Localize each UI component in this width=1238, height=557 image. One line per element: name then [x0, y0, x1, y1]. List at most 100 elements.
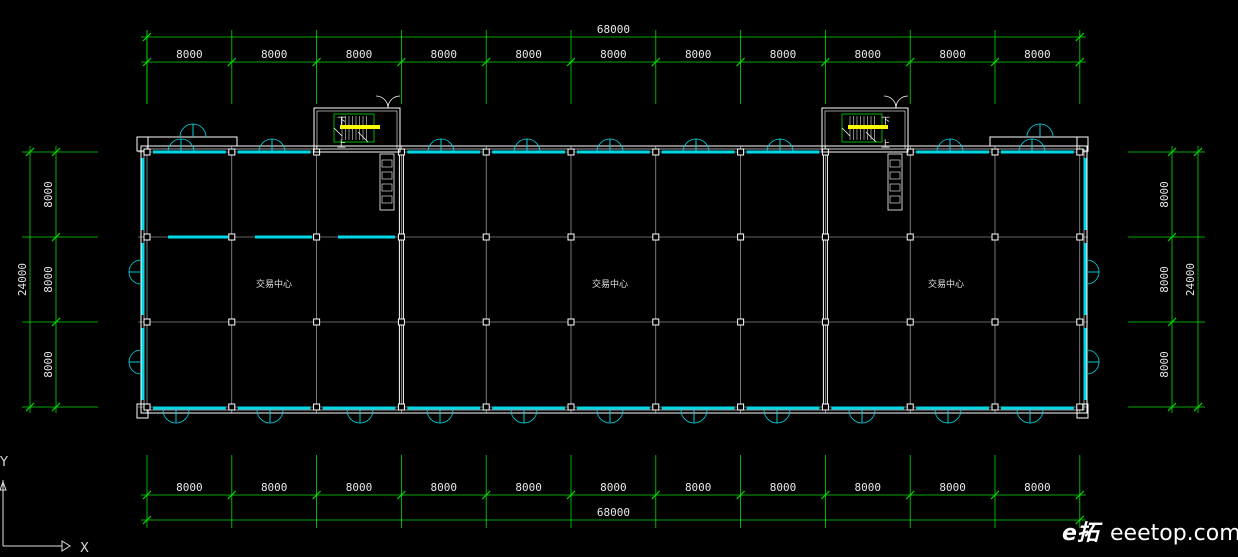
stair-left-down-label: 下	[337, 117, 346, 127]
top-dimension-label: 8000	[855, 48, 882, 61]
side-door-leaf	[128, 271, 142, 285]
wall-return	[137, 136, 238, 146]
building-walls	[136, 136, 1089, 419]
left-dimension-label: 8000	[42, 266, 55, 293]
door-leaf	[848, 409, 863, 424]
ucs-y-label: Y	[0, 455, 8, 470]
door-leaf	[609, 409, 624, 424]
shaft-box	[381, 183, 393, 192]
stair-door	[375, 95, 389, 109]
top-dimension-label: 8000	[515, 48, 542, 61]
column	[228, 233, 236, 241]
shaft-box	[381, 159, 393, 168]
column	[737, 318, 745, 326]
stair-enclosure	[821, 107, 909, 153]
shaft-box	[381, 171, 393, 180]
bottom-dimension-label: 8000	[685, 481, 712, 494]
side-door-leaf	[1086, 259, 1100, 273]
door-leaf	[596, 409, 611, 424]
top-dimension-overall-label: 68000	[597, 23, 630, 36]
door-leaf	[269, 409, 284, 424]
column	[143, 233, 151, 241]
bottom-dimension-label: 8000	[1024, 481, 1051, 494]
column	[991, 403, 999, 411]
door-leaf	[175, 409, 190, 424]
door-leaf	[1029, 409, 1044, 424]
dimension-lines: 8000 8000 8000 8000 8000 8000 8000 8000 8000 8000…	[16, 23, 1205, 528]
top-dimension-label: 8000	[685, 48, 712, 61]
column	[906, 403, 914, 411]
shaft-box	[889, 195, 901, 204]
side-door-leaf	[128, 349, 142, 363]
top-dimension-label: 8000	[600, 48, 627, 61]
door-leaf	[192, 123, 207, 138]
top-dimension-label: 8000	[261, 48, 288, 61]
column	[652, 318, 660, 326]
column	[313, 233, 321, 241]
door-leaf	[162, 409, 177, 424]
stair-door	[883, 95, 897, 109]
side-door-leaf	[1086, 271, 1100, 285]
shaft-box	[889, 159, 901, 168]
column	[991, 148, 999, 156]
column	[313, 318, 321, 326]
column	[652, 403, 660, 411]
door-leaf	[1039, 123, 1054, 138]
side-door-leaf	[128, 259, 142, 273]
door-leaf	[439, 409, 454, 424]
door-leaf	[179, 123, 194, 138]
door-leaf	[256, 409, 271, 424]
floor-plan-drawing: 8000 8000 8000 8000 8000 8000 8000 8000 8000 8000…	[0, 23, 1238, 556]
column	[143, 148, 151, 156]
watermark: e拓 eeetop.com	[1062, 521, 1238, 546]
left-dimension-label: 8000	[42, 181, 55, 208]
left-dimension-overall-label: 24000	[16, 263, 29, 296]
bottom-dimension-label: 8000	[855, 481, 882, 494]
column	[737, 403, 745, 411]
door-leaf	[861, 409, 876, 424]
bottom-dimension-label: 8000	[346, 481, 373, 494]
door-leaf	[776, 409, 791, 424]
column	[567, 318, 575, 326]
shaft-box	[889, 171, 901, 180]
right-dimension-label: 8000	[1158, 181, 1171, 208]
column	[991, 318, 999, 326]
door-leaf	[523, 409, 538, 424]
room-label-right: 交易中心	[928, 278, 964, 290]
room-label-left: 交易中心	[256, 278, 292, 290]
shaft-box	[889, 183, 901, 192]
column	[821, 403, 829, 411]
column	[906, 233, 914, 241]
column	[737, 148, 745, 156]
doors	[128, 123, 1100, 424]
bottom-dimension-label: 8000	[600, 481, 627, 494]
bottom-dimension-label: 8000	[431, 481, 458, 494]
column	[397, 403, 405, 411]
top-dimension-label: 8000	[176, 48, 203, 61]
column	[821, 318, 829, 326]
right-dimension-label: 8000	[1158, 266, 1171, 293]
column	[652, 233, 660, 241]
column	[397, 233, 405, 241]
column	[567, 403, 575, 411]
left-dimension-label: 8000	[42, 351, 55, 378]
stair-enclosure	[313, 107, 401, 153]
column	[143, 318, 151, 326]
bottom-dimension-label: 8000	[261, 481, 288, 494]
top-dimension-label: 8000	[939, 48, 966, 61]
column	[482, 403, 490, 411]
column	[482, 233, 490, 241]
bottom-dimension-label: 8000	[515, 481, 542, 494]
stair-inner-wall	[316, 110, 398, 150]
shaft-box	[381, 195, 393, 204]
watermark-site: eeetop.com	[1110, 521, 1238, 546]
watermark-logo: e拓	[1062, 521, 1103, 546]
column	[1076, 318, 1084, 326]
column	[228, 318, 236, 326]
door-leaf	[426, 409, 441, 424]
door-leaf	[947, 409, 962, 424]
door-leaf	[763, 409, 778, 424]
column	[567, 148, 575, 156]
door-leaf	[680, 409, 695, 424]
door-leaf	[934, 409, 949, 424]
